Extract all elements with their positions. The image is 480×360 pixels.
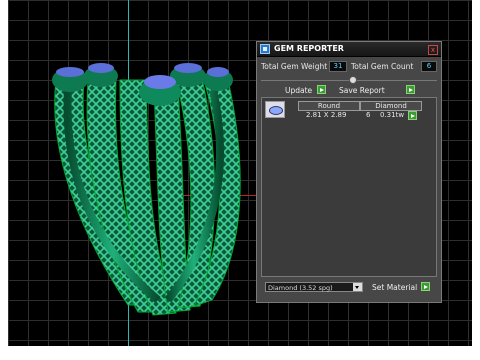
gem-setting bbox=[84, 63, 118, 87]
play-arrow-icon[interactable] bbox=[421, 282, 430, 291]
play-arrow-icon[interactable] bbox=[406, 85, 415, 94]
gem-list[interactable]: Round Diamond 2.81 X 2.89 6 0.31tw bbox=[261, 97, 437, 277]
chevron-down-icon[interactable] bbox=[353, 283, 362, 291]
update-button[interactable]: Update bbox=[285, 86, 312, 95]
save-report-button[interactable]: Save Report bbox=[339, 86, 385, 95]
play-arrow-icon[interactable] bbox=[317, 85, 326, 94]
play-arrow-icon[interactable] bbox=[408, 111, 417, 120]
set-material-button[interactable]: Set Material bbox=[372, 283, 417, 292]
material-select[interactable]: Diamond (3.52 spg) bbox=[265, 282, 363, 292]
gem-reporter-panel: GEM REPORTER x Total Gem Weight 31 Total… bbox=[256, 41, 442, 303]
total-gem-count-value: 6 bbox=[421, 61, 437, 72]
column-header-shape: Round bbox=[298, 101, 360, 111]
round-gem-icon bbox=[265, 101, 285, 118]
gem-setting bbox=[203, 67, 233, 91]
panel-title: GEM REPORTER bbox=[274, 44, 344, 53]
panel-slider[interactable] bbox=[261, 76, 437, 84]
material-row: Diamond (3.52 spg) Set Material bbox=[261, 282, 439, 294]
gem-reporter-icon bbox=[260, 44, 270, 54]
gem-setting bbox=[139, 75, 181, 106]
panel-titlebar[interactable]: GEM REPORTER x bbox=[257, 42, 441, 57]
total-gem-count-label: Total Gem Count bbox=[351, 62, 414, 71]
material-select-value: Diamond (3.52 spg) bbox=[268, 284, 333, 292]
gem-weight-cell: 0.31tw bbox=[380, 111, 405, 119]
total-gem-weight-value: 31 bbox=[329, 61, 347, 72]
totals-row: Total Gem Weight 31 Total Gem Count 6 bbox=[261, 61, 439, 73]
gem-size-cell: 2.81 X 2.89 bbox=[306, 111, 347, 119]
close-icon[interactable]: x bbox=[428, 45, 438, 55]
total-gem-weight-label: Total Gem Weight bbox=[261, 62, 328, 71]
column-header-material: Diamond bbox=[360, 101, 422, 111]
gem-count-cell: 6 bbox=[366, 111, 371, 119]
slider-knob[interactable] bbox=[349, 76, 357, 84]
action-row: Update Save Report bbox=[261, 85, 439, 96]
gem-setting bbox=[52, 67, 88, 92]
